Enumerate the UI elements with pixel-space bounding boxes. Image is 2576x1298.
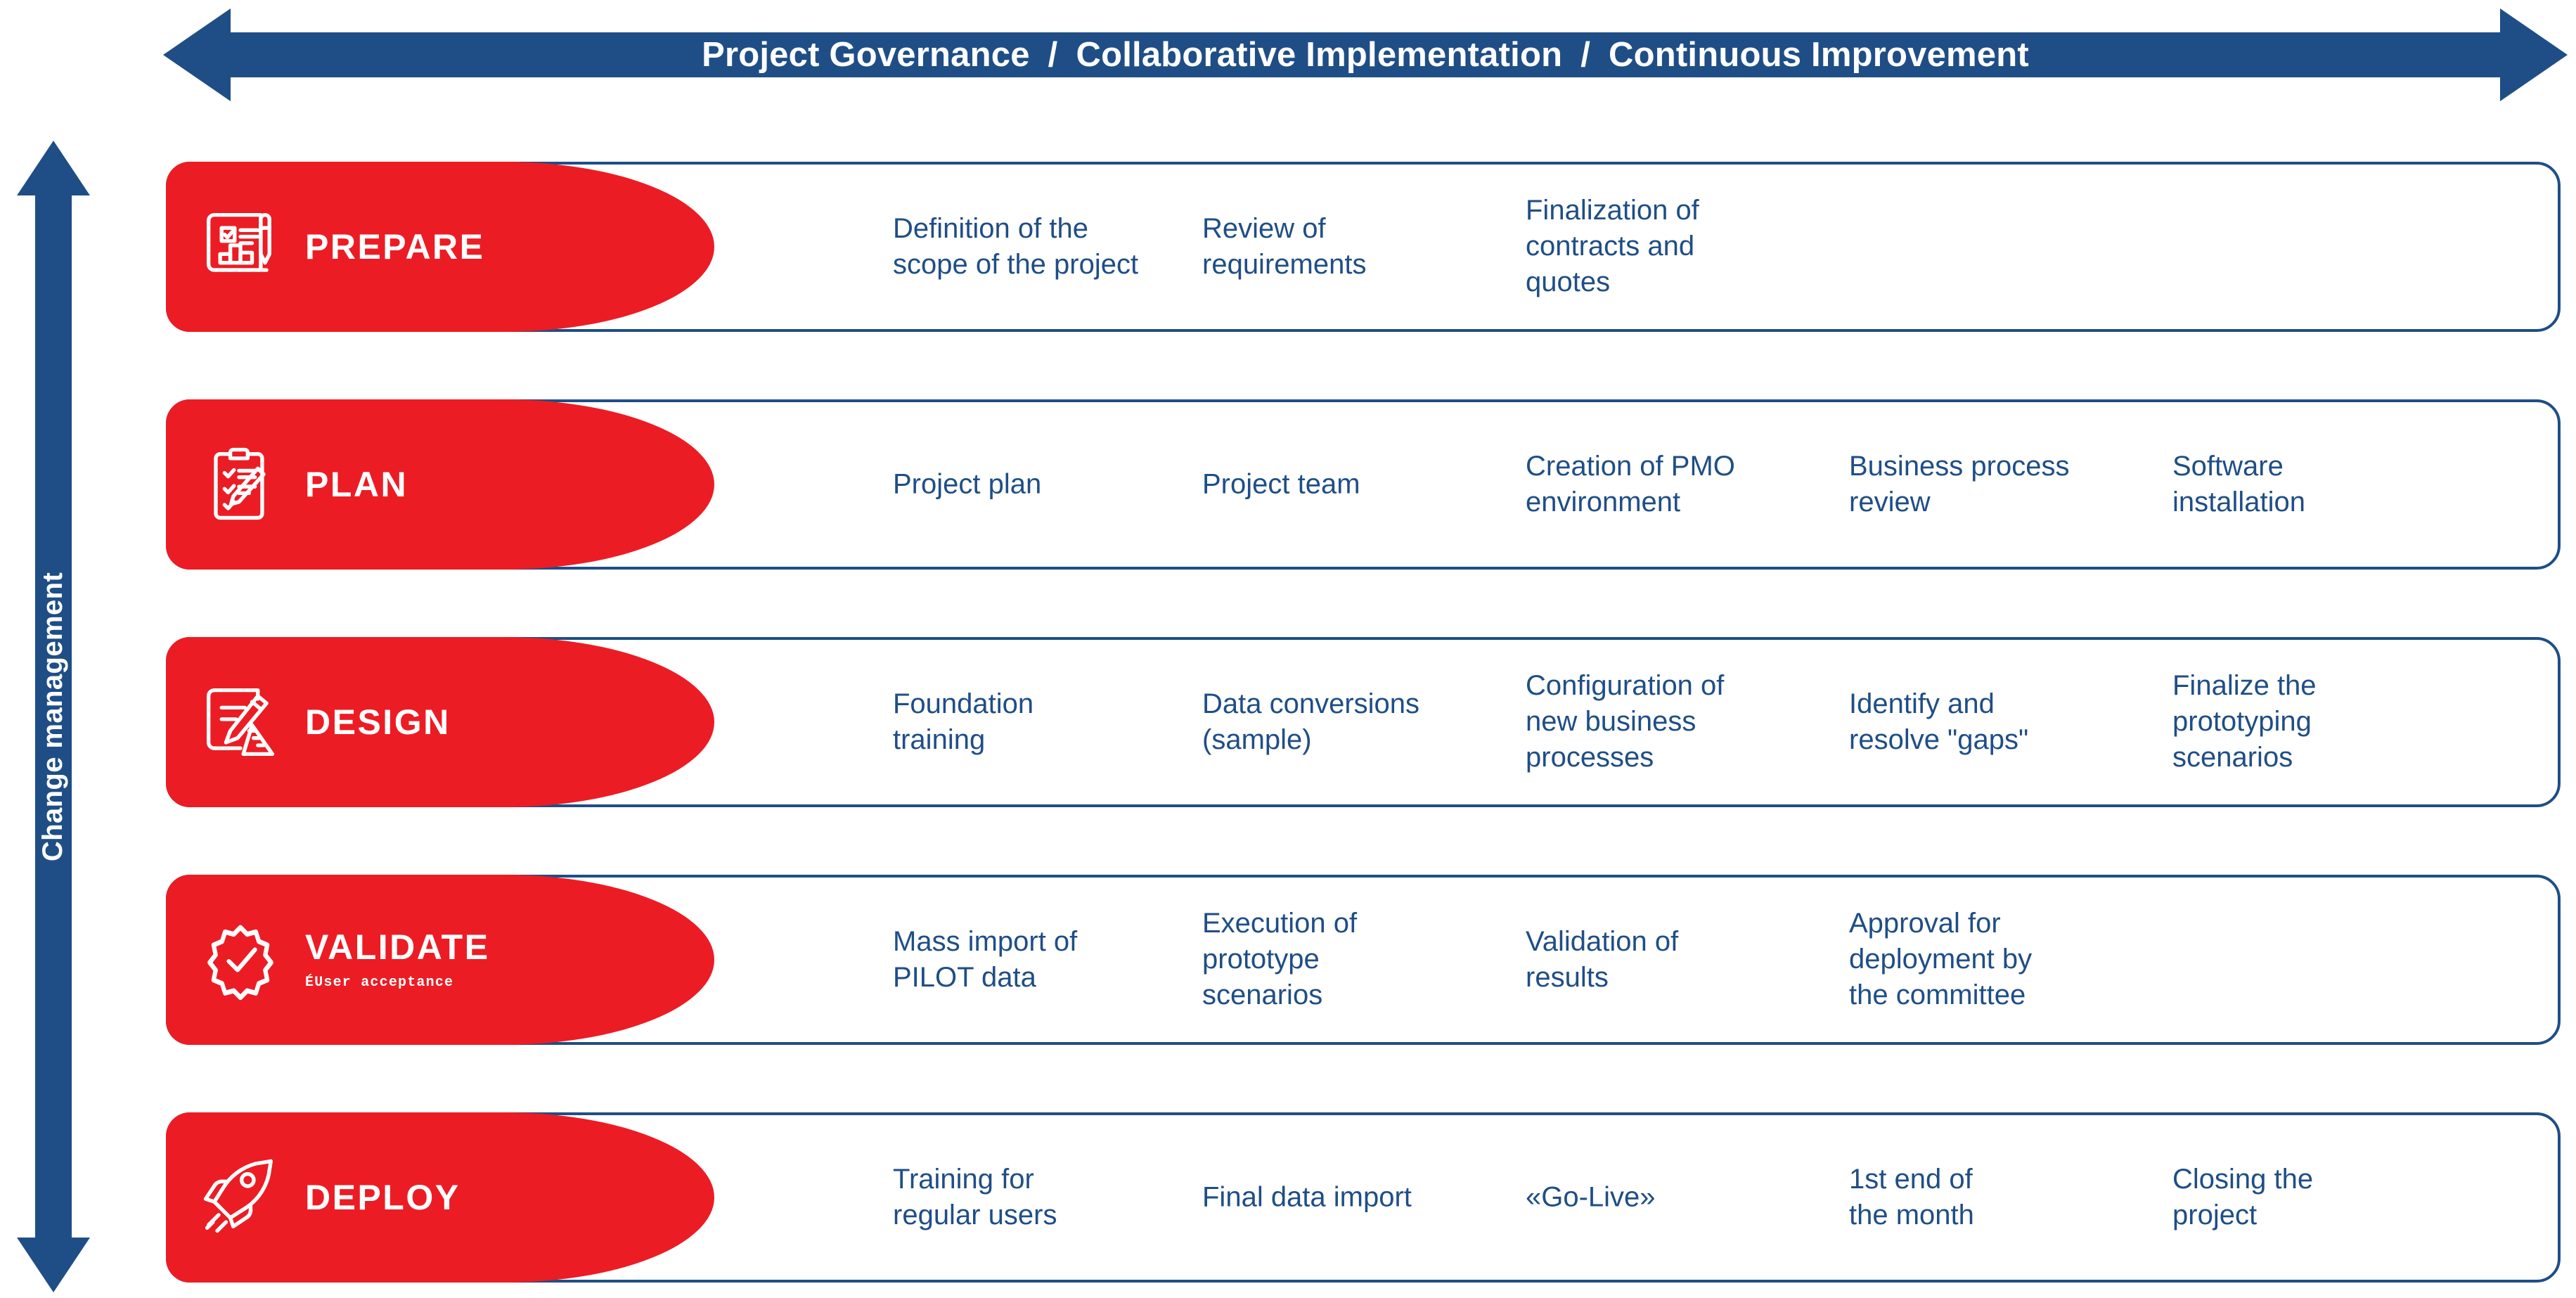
step-deploy-3: 1st end of the month	[1849, 1163, 1974, 1230]
drafting-ruler-pencil-icon	[194, 676, 287, 769]
step-design-3: Identify and resolve "gaps"	[1849, 688, 2029, 755]
step-deploy-4: Closing the project	[2172, 1163, 2314, 1230]
step-design-2: Configuration of new business processes	[1526, 670, 1725, 773]
phase-steps-deploy: Training for regular users Final data im…	[738, 1115, 2558, 1280]
phase-pill-deploy[interactable]: DEPLOY	[166, 1112, 714, 1283]
step-deploy-0: Training for regular users	[893, 1163, 1057, 1230]
phase-title-validate: VALIDATE	[305, 927, 490, 968]
step-validate-2: Validation of results	[1526, 925, 1679, 993]
step-validate-0: Mass import of PILOT data	[893, 925, 1078, 993]
rocket-icon	[194, 1151, 287, 1244]
governance-banner-label: Project Governance / Collaborative Imple…	[163, 6, 2568, 104]
phase-pill-validate[interactable]: VALIDATE ÉUser acceptance	[166, 875, 714, 1045]
phase-label-wrap-validate: VALIDATE ÉUser acceptance	[305, 929, 490, 991]
phase-title-plan: PLAN	[305, 464, 408, 504]
step-prepare-0: Definition of the scope of the project	[893, 212, 1139, 280]
step-plan-2: Creation of PMO environment	[1526, 450, 1735, 518]
phase-label-wrap-design: DESIGN	[305, 704, 451, 741]
phase-pill-design[interactable]: DESIGN	[166, 637, 714, 807]
phase-title-deploy: DEPLOY	[305, 1177, 461, 1217]
phase-title-prepare: PREPARE	[305, 226, 485, 266]
phase-label-wrap-plan: PLAN	[305, 466, 408, 503]
step-deploy-1: Final data import	[1202, 1181, 1412, 1213]
phase-label-wrap-prepare: PREPARE	[305, 229, 485, 266]
badge-check-icon	[194, 913, 287, 1006]
step-plan-0: Project plan	[893, 468, 1042, 500]
phase-label-wrap-deploy: DEPLOY	[305, 1179, 461, 1216]
phase-steps-design: Foundation training Data conversions (sa…	[738, 640, 2558, 804]
step-plan-4: Software installation	[2172, 450, 2306, 518]
phase-row-validate[interactable]: VALIDATE ÉUser acceptance Mass import of…	[166, 875, 2561, 1045]
step-validate-3: Approval for deployment by the committee	[1849, 908, 2033, 1011]
phase-title-design: DESIGN	[305, 702, 451, 742]
phase-steps-plan: Project plan Project team Creation of PM…	[738, 402, 2558, 567]
phase-pill-plan[interactable]: PLAN	[166, 399, 714, 570]
step-deploy-2: «Go-Live»	[1526, 1181, 1656, 1213]
phase-subtitle-validate: ÉUser acceptance	[305, 974, 454, 991]
clipboard-checklist-icon	[194, 438, 287, 531]
phase-pill-prepare[interactable]: PREPARE	[166, 162, 714, 332]
phase-steps-validate: Mass import of PILOT data Execution of p…	[738, 878, 2558, 1042]
step-prepare-2: Finalization of contracts and quotes	[1526, 195, 1699, 298]
step-plan-3: Business process review	[1849, 450, 2070, 518]
change-management-banner-arrow: Change management	[14, 141, 93, 1292]
blueprint-icon	[194, 200, 287, 293]
banner-segment-1: Collaborative Implementation	[1076, 36, 1563, 74]
change-management-label-wrap: Change management	[14, 141, 93, 1292]
banner-separator-1: /	[1580, 36, 1591, 74]
step-prepare-1: Review of requirements	[1202, 212, 1367, 280]
step-validate-1: Execution of prototype scenarios	[1202, 908, 1358, 1011]
banner-segment-2: Continuous Improvement	[1609, 36, 2029, 74]
phase-row-design[interactable]: DESIGN Foundation training Data conversi…	[166, 637, 2561, 807]
step-design-1: Data conversions (sample)	[1202, 688, 1420, 755]
banner-separator-0: /	[1048, 36, 1058, 74]
step-design-4: Finalize the prototyping scenarios	[2172, 670, 2317, 773]
step-design-0: Foundation training	[893, 688, 1034, 755]
change-management-label: Change management	[37, 572, 69, 861]
phase-row-prepare[interactable]: PREPARE Definition of the scope of the p…	[166, 162, 2561, 332]
phase-row-plan[interactable]: PLAN Project plan Project team Creation …	[166, 399, 2561, 570]
step-plan-1: Project team	[1202, 468, 1360, 500]
phase-steps-prepare: Definition of the scope of the project R…	[738, 165, 2558, 329]
governance-banner-arrow: Project Governance / Collaborative Imple…	[163, 6, 2568, 104]
phase-row-deploy[interactable]: DEPLOY Training for regular users Final …	[166, 1112, 2561, 1283]
banner-segment-0: Project Governance	[702, 36, 1030, 74]
